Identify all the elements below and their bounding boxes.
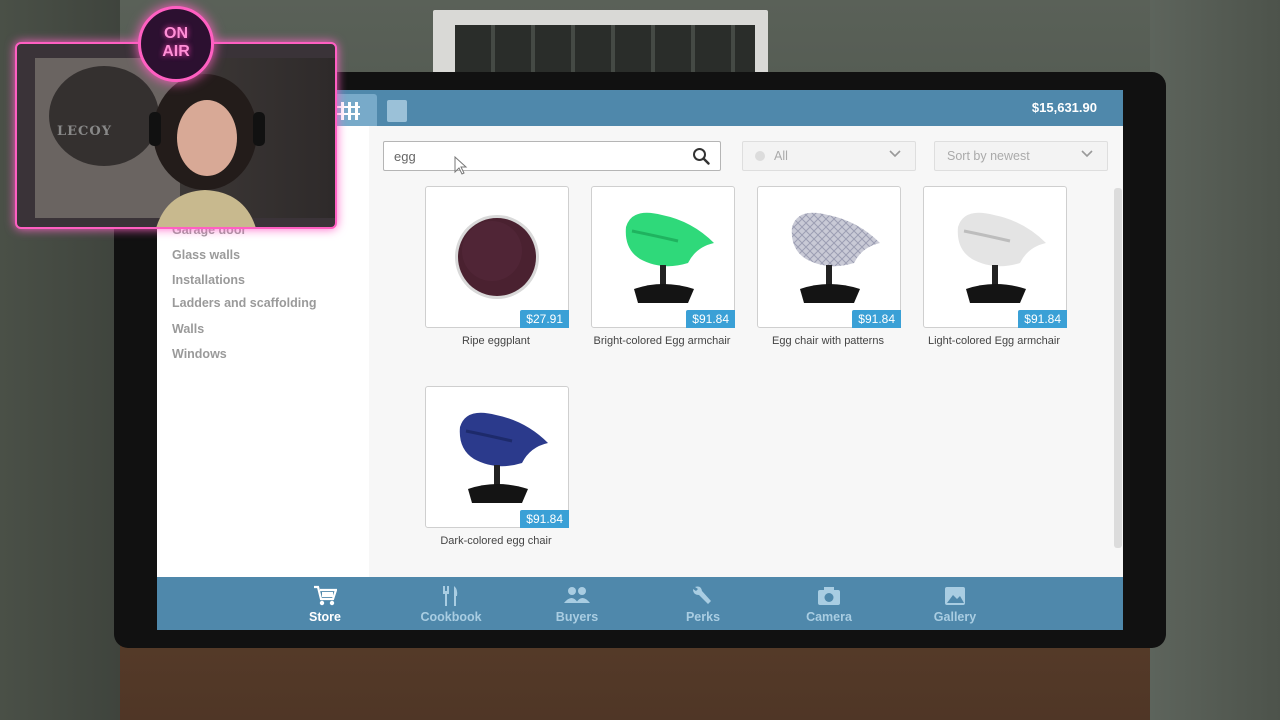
filter-dropdown[interactable]: All — [742, 141, 916, 171]
nav-store[interactable]: Store — [275, 577, 375, 630]
wrench-icon — [693, 586, 711, 604]
product-card-patterned-egg-chair[interactable]: $91.84 — [757, 186, 901, 328]
nav-camera[interactable]: Camera — [779, 577, 879, 630]
nav-label: Store — [309, 610, 341, 624]
egg-chair-icon — [957, 212, 1046, 303]
sidebar-item-installations[interactable]: Installations — [172, 273, 245, 287]
tab-other[interactable] — [387, 100, 407, 122]
product-card-eggplant[interactable]: $27.91 — [425, 186, 569, 328]
product-name: Ripe eggplant — [462, 335, 530, 347]
webcam-logo-text: LECOY — [57, 124, 113, 139]
streamer-figure — [149, 74, 265, 227]
chevron-down-icon — [889, 150, 901, 158]
cart-icon — [314, 585, 337, 606]
product-name: Bright-colored Egg armchair — [593, 335, 731, 347]
filter-selected: All — [774, 149, 788, 163]
price-badge: $91.84 — [686, 310, 735, 328]
sidebar-item-glass-walls[interactable]: Glass walls — [172, 248, 240, 262]
sort-selected: Sort by newest — [947, 149, 1030, 163]
cutlery-icon — [443, 586, 458, 606]
price-badge: $91.84 — [1018, 310, 1067, 328]
nav-cookbook[interactable]: Cookbook — [401, 577, 501, 630]
product-name: Dark-colored egg chair — [440, 535, 552, 547]
eggplant-icon — [455, 215, 539, 299]
sidebar-item-ladders[interactable]: Ladders and scaffolding — [172, 296, 316, 310]
egg-chair-icon — [625, 212, 714, 303]
on-air-text-line1: ON — [164, 25, 188, 42]
on-air-badge: ON AIR — [138, 6, 214, 82]
price-badge: $27.91 — [520, 310, 569, 328]
product-name: Egg chair with patterns — [772, 335, 884, 347]
product-card-dark-egg-chair[interactable]: $91.84 — [425, 386, 569, 528]
nav-label: Gallery — [933, 610, 977, 624]
product-card-bright-egg-armchair[interactable]: $91.84 — [591, 186, 735, 328]
scrollbar[interactable] — [1114, 188, 1122, 548]
nav-buyers[interactable]: Buyers — [527, 577, 627, 630]
search-input[interactable]: egg — [383, 141, 721, 171]
nav-gallery[interactable]: Gallery — [905, 577, 1005, 630]
sidebar-item-walls[interactable]: Walls — [172, 322, 204, 336]
room-wall-right — [1150, 0, 1280, 720]
mouse-cursor-icon — [454, 156, 468, 175]
balance-display: $15,631.90 — [1031, 100, 1097, 115]
on-air-text-line2: AIR — [162, 43, 190, 60]
nav-label: Cookbook — [420, 610, 482, 624]
sidebar-item-windows[interactable]: Windows — [172, 347, 227, 361]
bottom-nav: Store Cookbook Buyers Perks Camera Galle… — [157, 577, 1123, 630]
egg-chair-icon — [459, 412, 548, 503]
room-window-glass — [455, 25, 755, 75]
chevron-down-icon — [1081, 150, 1093, 158]
nav-perks[interactable]: Perks — [653, 577, 753, 630]
sort-dropdown[interactable]: Sort by newest — [934, 141, 1108, 171]
egg-chair-icon — [791, 212, 880, 303]
nav-label: Perks — [685, 610, 721, 624]
people-icon — [564, 587, 590, 603]
product-card-light-egg-armchair[interactable]: $91.84 — [923, 186, 1067, 328]
price-badge: $91.84 — [520, 510, 569, 528]
nav-label: Buyers — [555, 610, 599, 624]
price-badge: $91.84 — [852, 310, 901, 328]
search-value: egg — [394, 149, 416, 164]
search-icon[interactable] — [692, 147, 710, 165]
product-name: Light-colored Egg armchair — [927, 335, 1061, 347]
nav-label: Camera — [806, 610, 852, 624]
image-icon — [945, 587, 965, 605]
filter-dot-icon — [755, 151, 765, 161]
camera-icon — [818, 587, 840, 605]
store-content: egg All Sort by newest $27.91 Ripe eggpl… — [369, 126, 1123, 577]
